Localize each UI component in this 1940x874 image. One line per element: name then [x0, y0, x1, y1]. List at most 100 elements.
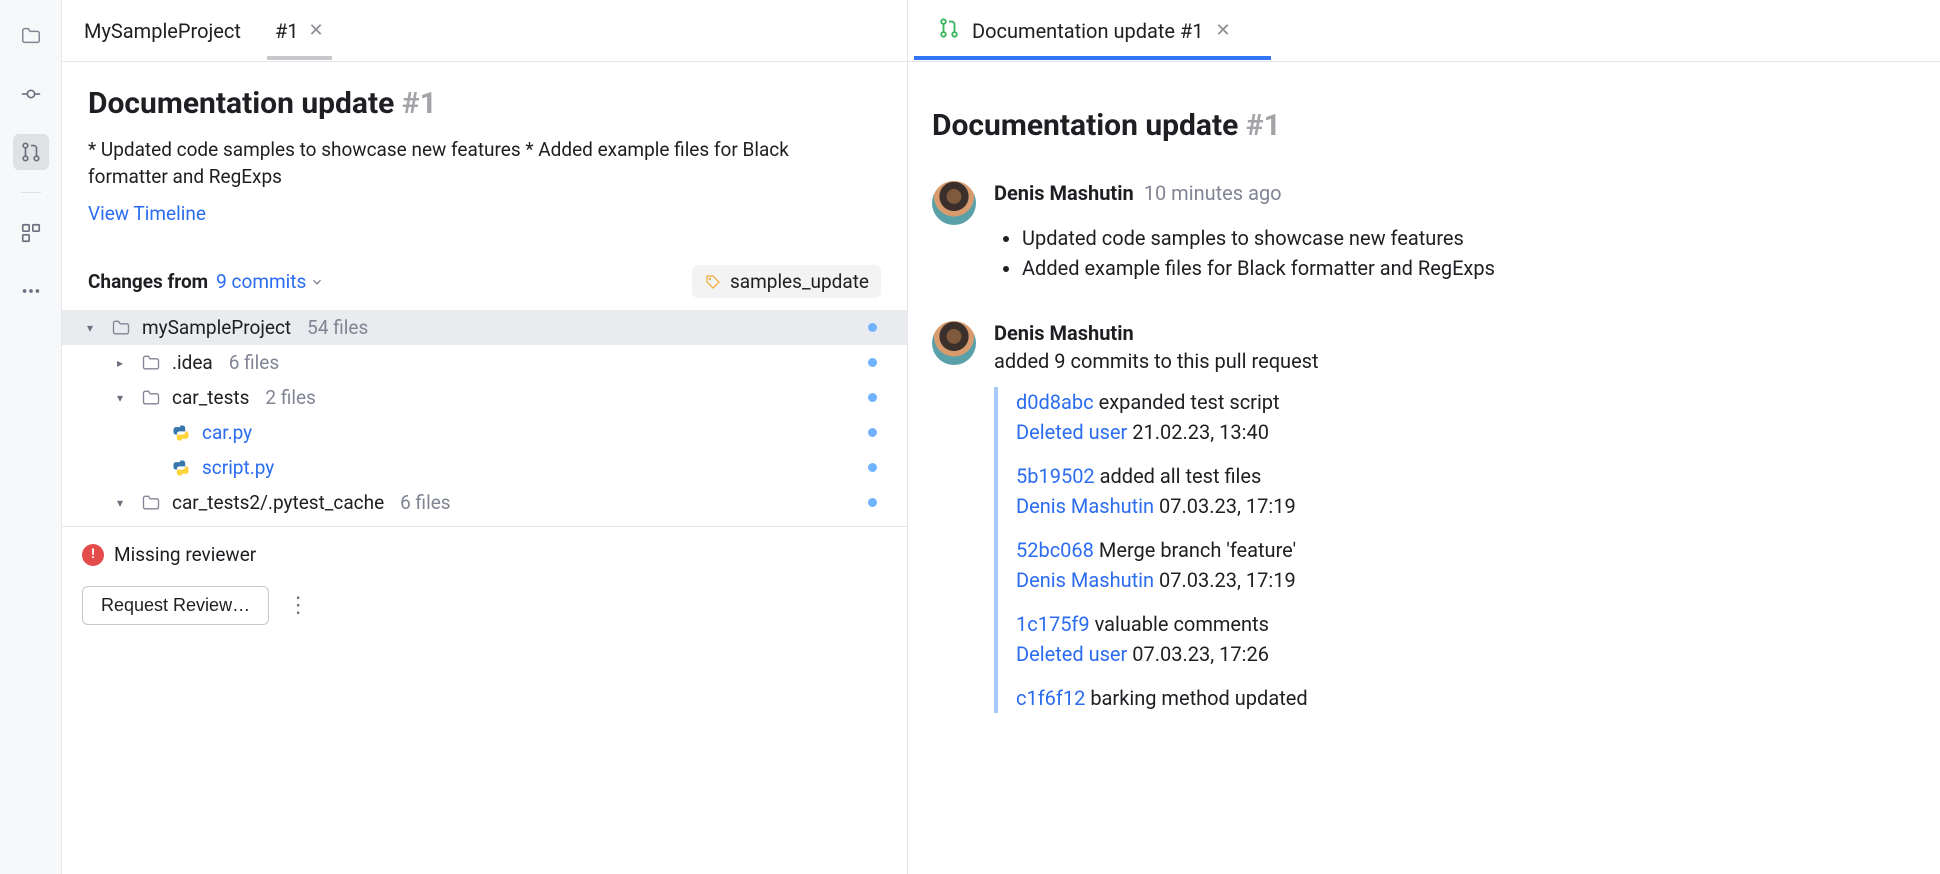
chevron-down-icon[interactable]: ▾: [110, 391, 130, 405]
commit-entry: 52bc068 Merge branch 'feature' Denis Mas…: [1016, 535, 1916, 595]
side-rail: [0, 0, 62, 874]
python-file-icon: [170, 422, 192, 444]
close-icon[interactable]: ✕: [1216, 20, 1231, 41]
tree-row[interactable]: ▾ car_tests 2 files: [62, 380, 907, 415]
view-timeline-link[interactable]: View Timeline: [88, 202, 206, 225]
pull-request-icon: [938, 17, 960, 44]
change-dot-icon: [868, 358, 877, 367]
folder-icon: [140, 492, 162, 514]
changes-row: Changes from 9 commits samples_update: [88, 265, 881, 298]
commit-date: 07.03.23, 17:19: [1159, 568, 1296, 592]
tree-row[interactable]: ▾ car_tests2/.pytest_cache 6 files: [62, 485, 907, 520]
timeline-item: Denis Mashutin added 9 commits to this p…: [932, 321, 1916, 713]
tree-row[interactable]: car.py: [62, 415, 907, 450]
request-review-button[interactable]: Request Review…: [82, 586, 269, 625]
commit-entry: d0d8abc expanded test script Deleted use…: [1016, 387, 1916, 447]
change-dot-icon: [868, 463, 877, 472]
tree-name: .idea: [172, 351, 213, 374]
folder-icon: [110, 317, 132, 339]
folder-icon: [140, 352, 162, 374]
bullet-item: Added example files for Black formatter …: [1022, 253, 1916, 283]
tree-name: car_tests: [172, 386, 249, 409]
commit-author[interactable]: Deleted user: [1016, 420, 1127, 444]
tree-count: 6 files: [400, 491, 450, 514]
commit-entry: c1f6f12 barking method updated: [1016, 683, 1916, 713]
change-dot-icon: [868, 498, 877, 507]
commit-hash[interactable]: c1f6f12: [1016, 686, 1085, 710]
change-dot-icon: [868, 428, 877, 437]
commit-icon[interactable]: [13, 76, 49, 112]
warning-icon: !: [82, 544, 104, 566]
changes-from-label: Changes from: [88, 270, 208, 293]
more-actions-icon[interactable]: ⋮: [287, 593, 311, 618]
commit-date: 21.02.23, 13:40: [1132, 420, 1269, 444]
tag-icon: [704, 273, 722, 291]
pull-request-icon[interactable]: [13, 134, 49, 170]
tree-row[interactable]: ▸ .idea 6 files: [62, 345, 907, 380]
folder-icon[interactable]: [13, 18, 49, 54]
breadcrumb[interactable]: MySampleProject: [84, 19, 241, 43]
commit-date: 07.03.23, 17:26: [1132, 642, 1269, 666]
pr-panel: MySampleProject #1 ✕ Documentation updat…: [62, 0, 908, 874]
timestamp: 10 minutes ago: [1144, 181, 1282, 205]
author-name: Denis Mashutin: [994, 181, 1134, 205]
timeline-tab[interactable]: Documentation update #1 ✕: [932, 2, 1237, 59]
rail-separator: [21, 192, 41, 193]
chevron-right-icon[interactable]: ▸: [110, 356, 130, 370]
branch-name: samples_update: [730, 270, 869, 293]
commit-entry: 5b19502 added all test files Denis Mashu…: [1016, 461, 1916, 521]
timeline-item: Denis Mashutin 10 minutes ago Updated co…: [932, 181, 1916, 283]
tree-name: car_tests2/.pytest_cache: [172, 491, 384, 514]
tree-count: 6 files: [229, 351, 279, 374]
right-tab-bar: Documentation update #1 ✕: [908, 0, 1940, 62]
timeline-panel: Documentation update #1 ✕ Documentation …: [908, 0, 1940, 874]
tab-bar: MySampleProject #1 ✕: [62, 0, 907, 62]
author-name: Denis Mashutin: [994, 321, 1134, 345]
close-icon[interactable]: ✕: [309, 20, 324, 41]
commit-author[interactable]: Denis Mashutin: [1016, 494, 1154, 518]
commit-author[interactable]: Denis Mashutin: [1016, 568, 1154, 592]
avatar: [932, 321, 976, 365]
folder-icon: [140, 387, 162, 409]
change-dot-icon: [868, 393, 877, 402]
more-icon[interactable]: [13, 273, 49, 309]
commit-hash[interactable]: 5b19502: [1016, 464, 1095, 488]
timeline-subdesc: added 9 commits to this pull request: [994, 349, 1916, 373]
file-tree: ▾ mySampleProject 54 files ▸ .idea 6 fil…: [62, 310, 907, 520]
commit-message: added all test files: [1100, 464, 1262, 488]
timeline-tab-label: Documentation update #1: [972, 19, 1204, 43]
change-dot-icon: [868, 323, 877, 332]
commit-message: barking method updated: [1090, 686, 1307, 710]
chevron-down-icon[interactable]: ▾: [80, 321, 100, 335]
apps-icon[interactable]: [13, 215, 49, 251]
commit-message: valuable comments: [1095, 612, 1269, 636]
commit-hash[interactable]: 1c175f9: [1016, 612, 1090, 636]
pr-title: Documentation update #1: [88, 86, 437, 121]
bullet-item: Updated code samples to showcase new fea…: [1022, 223, 1916, 253]
commit-list: d0d8abc expanded test script Deleted use…: [994, 387, 1916, 713]
commit-entry: 1c175f9 valuable comments Deleted user 0…: [1016, 609, 1916, 669]
commit-message: expanded test script: [1099, 390, 1280, 414]
tree-count: 54 files: [307, 316, 368, 339]
avatar: [932, 181, 976, 225]
commit-message: Merge branch 'feature': [1099, 538, 1296, 562]
missing-reviewer-warning: ! Missing reviewer: [82, 543, 887, 566]
chevron-down-icon[interactable]: ▾: [110, 496, 130, 510]
timeline-title: Documentation update #1: [932, 108, 1916, 143]
tree-row-root[interactable]: ▾ mySampleProject 54 files: [62, 310, 907, 345]
tab-label: #1: [275, 19, 299, 43]
commit-date: 07.03.23, 17:19: [1159, 494, 1296, 518]
pr-footer: ! Missing reviewer Request Review… ⋮: [62, 526, 907, 649]
tree-name[interactable]: car.py: [202, 421, 252, 444]
commit-hash[interactable]: d0d8abc: [1016, 390, 1094, 414]
commit-hash[interactable]: 52bc068: [1016, 538, 1094, 562]
branch-chip[interactable]: samples_update: [692, 265, 881, 298]
timeline-description: Updated code samples to showcase new fea…: [994, 223, 1916, 283]
pr-description: * Updated code samples to showcase new f…: [88, 137, 868, 190]
tree-name[interactable]: script.py: [202, 456, 274, 479]
commit-author[interactable]: Deleted user: [1016, 642, 1127, 666]
commits-dropdown[interactable]: 9 commits: [216, 270, 324, 293]
tab-pr-1[interactable]: #1 ✕: [271, 3, 328, 59]
chevron-down-icon: [310, 275, 324, 289]
tree-row[interactable]: script.py: [62, 450, 907, 485]
